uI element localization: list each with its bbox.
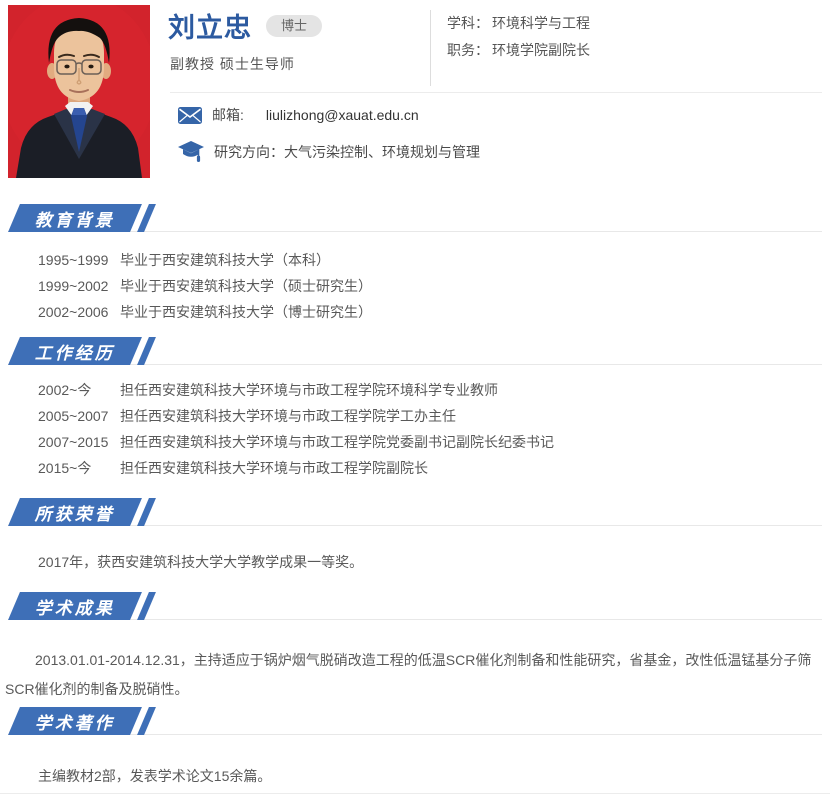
discipline-line: 学科： 环境科学与工程 [447, 10, 590, 37]
profile-photo [8, 5, 150, 178]
graduation-cap-icon [178, 140, 204, 164]
work-desc: 担任西安建筑科技大学环境与市政工程学院环境科学专业教师 [120, 382, 498, 398]
work-item: 2015~今 担任西安建筑科技大学环境与市政工程学院副院长 [0, 455, 830, 481]
position-line: 职务： 环境学院副院长 [447, 37, 590, 64]
section-title: 所获荣誉 [35, 504, 115, 524]
work-item: 2007~2015 担任西安建筑科技大学环境与市政工程学院党委副书记副院长纪委书… [0, 429, 830, 455]
degree-badge: 博士 [266, 14, 323, 37]
research-value: 大气污染控制、环境规划与管理 [284, 144, 480, 160]
section-title-banner: 教育背景 [8, 204, 142, 232]
discipline-label: 学科： [447, 15, 489, 31]
section-title: 学术成果 [35, 598, 115, 618]
section-education: 教育背景 1995~1999 毕业于西安建筑科技大学（本科） 1999~2002… [0, 204, 830, 337]
person-name: 刘立忠 [168, 13, 252, 43]
work-time: 2015~今 [38, 460, 92, 476]
job-titles: 副教授 硕士生导师 [170, 56, 295, 72]
email-row: 邮箱: liulizhong@xauat.edu.cn [178, 105, 419, 125]
vertical-divider [430, 10, 431, 86]
education-time: 1999~2002 [38, 278, 109, 294]
research-label: 研究方向： [214, 144, 284, 160]
header-divider [170, 92, 822, 93]
education-item: 1999~2002 毕业于西安建筑科技大学（硕士研究生） [0, 273, 830, 299]
education-item: 2002~2006 毕业于西安建筑科技大学（博士研究生） [0, 299, 830, 325]
section-title-banner: 学术成果 [8, 592, 142, 620]
achievements-text: 2013.01.01-2014.12.31，主持适应于锅炉烟气脱硝改造工程的低温… [5, 652, 812, 697]
section-title: 教育背景 [35, 210, 115, 230]
work-time: 2005~2007 [38, 408, 109, 424]
section-title-banner: 工作经历 [8, 337, 142, 365]
publications-text: 主编教材2部，发表学术论文15余篇。 [38, 768, 272, 784]
work-time: 2002~今 [38, 382, 92, 398]
honors-text: 2017年，获西安建筑科技大学大学教学成果一等奖。 [38, 554, 364, 570]
discipline-value: 环境科学与工程 [492, 15, 590, 31]
position-value: 环境学院副院长 [492, 42, 590, 58]
section-achievements: 学术成果 2013.01.01-2014.12.31，主持适应于锅炉烟气脱硝改造… [0, 592, 830, 707]
section-work: 工作经历 2002~今 担任西安建筑科技大学环境与市政工程学院环境科学专业教师 … [0, 337, 830, 498]
education-item: 1995~1999 毕业于西安建筑科技大学（本科） [0, 247, 830, 273]
section-header-publications: 学术著作 [0, 707, 830, 735]
education-desc: 毕业于西安建筑科技大学（博士研究生） [120, 304, 372, 320]
email-value: liulizhong@xauat.edu.cn [265, 107, 419, 123]
email-label: 邮箱: [212, 107, 244, 123]
work-time: 2007~2015 [38, 434, 109, 450]
section-header-honors: 所获荣誉 [0, 498, 830, 526]
education-desc: 毕业于西安建筑科技大学（硕士研究生） [120, 278, 372, 294]
section-honors: 所获荣誉 2017年，获西安建筑科技大学大学教学成果一等奖。 [0, 498, 830, 592]
meta-info: 学科： 环境科学与工程 职务： 环境学院副院长 [447, 10, 590, 64]
education-time: 2002~2006 [38, 304, 109, 320]
section-header-work: 工作经历 [0, 337, 830, 365]
work-desc: 担任西安建筑科技大学环境与市政工程学院学工办主任 [120, 408, 456, 424]
profile-header: 刘立忠 博士 副教授 硕士生导师 学科： 环境科学与工程 职务： 环境学院副院长 邮… [0, 0, 830, 204]
section-title-banner: 所获荣誉 [8, 498, 142, 526]
work-item: 2005~2007 担任西安建筑科技大学环境与市政工程学院学工办主任 [0, 403, 830, 429]
section-title: 学术著作 [35, 713, 115, 733]
work-item: 2002~今 担任西安建筑科技大学环境与市政工程学院环境科学专业教师 [0, 377, 830, 403]
section-title: 工作经历 [35, 343, 115, 363]
work-desc: 担任西安建筑科技大学环境与市政工程学院党委副书记副院长纪委书记 [120, 434, 554, 450]
education-time: 1995~1999 [38, 252, 109, 268]
education-desc: 毕业于西安建筑科技大学（本科） [120, 252, 330, 268]
work-desc: 担任西安建筑科技大学环境与市政工程学院副院长 [120, 460, 428, 476]
section-title-banner: 学术著作 [8, 707, 142, 735]
portrait-illustration [8, 5, 150, 178]
section-publications: 学术著作 主编教材2部，发表学术论文15余篇。 [0, 707, 830, 789]
envelope-icon [178, 106, 202, 124]
section-header-education: 教育背景 [0, 204, 830, 232]
position-label: 职务： [447, 42, 489, 58]
research-row: 研究方向： 大气污染控制、环境规划与管理 [178, 140, 480, 164]
section-header-achievements: 学术成果 [0, 592, 830, 620]
